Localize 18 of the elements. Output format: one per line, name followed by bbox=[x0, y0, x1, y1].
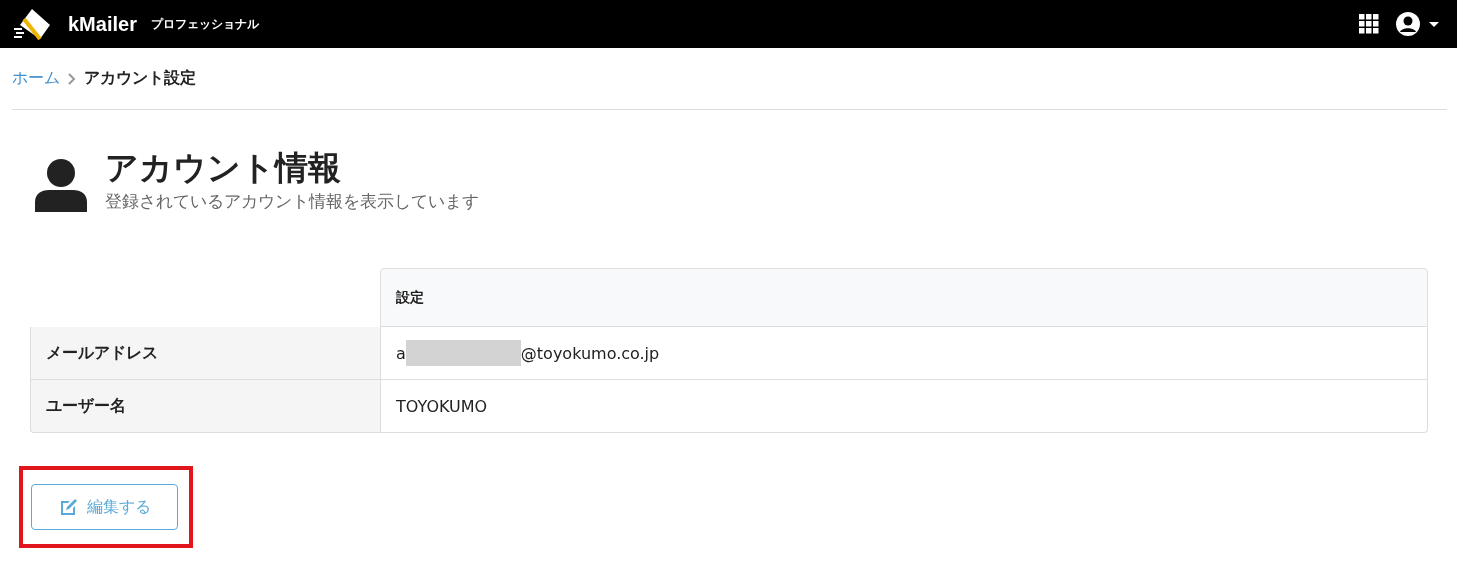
logo-icon bbox=[12, 7, 52, 41]
edit-button[interactable]: 編集する bbox=[31, 484, 178, 530]
value-text: @toyokumo.co.jp bbox=[520, 343, 660, 363]
row-label: ユーザー名 bbox=[30, 380, 380, 433]
page-subtitle: 登録されているアカウント情報を表示しています bbox=[105, 190, 479, 213]
column-header: 設定 bbox=[380, 268, 1428, 327]
user-icon bbox=[33, 158, 89, 212]
brand-name: kMailer bbox=[68, 12, 137, 36]
breadcrumb-link[interactable]: ホーム bbox=[12, 68, 60, 89]
chevron-icon bbox=[68, 72, 76, 85]
edit-icon bbox=[58, 498, 79, 516]
apps-grid-icon[interactable] bbox=[1359, 14, 1379, 34]
value-text: a bbox=[396, 343, 406, 363]
edition-label: プロフェッショナル bbox=[150, 15, 259, 33]
value-text: TOYOKUMO bbox=[396, 396, 488, 416]
page-title: アカウント情報 bbox=[105, 148, 342, 188]
breadcrumb-current: アカウント設定 bbox=[84, 68, 196, 89]
row-label: メールアドレス bbox=[30, 327, 380, 380]
